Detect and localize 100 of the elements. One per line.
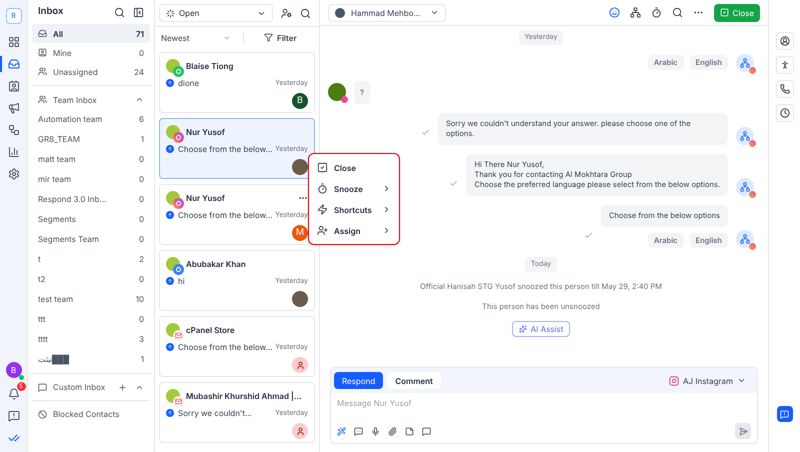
search-icon[interactable] — [300, 8, 311, 18]
user-avatar[interactable]: B — [6, 362, 22, 378]
checkbox-icon — [720, 8, 729, 17]
snooze-icon[interactable] — [650, 7, 662, 18]
collapse-sidebar-icon[interactable] — [133, 6, 144, 18]
message-composer[interactable]: Respond Comment AJ Instagram Message Nur Yusof — [330, 367, 758, 444]
flow-icon[interactable] — [630, 7, 641, 18]
settings-icon[interactable] — [8, 168, 20, 180]
blocked-icon — [38, 410, 47, 418]
inbox-item[interactable]: Mine 0 — [32, 43, 150, 62]
profile-button[interactable] — [776, 32, 794, 50]
magic-wand-icon[interactable] — [337, 426, 346, 436]
send-icon — [738, 426, 748, 436]
team-item[interactable]: GR8_TEAM 1 — [32, 129, 150, 149]
ai-assist-button[interactable]: AI Assist — [512, 321, 570, 337]
filter-icon — [264, 33, 273, 42]
inbox-item[interactable]: Unassigned 24 — [32, 62, 150, 81]
sent-check-icon — [421, 128, 430, 137]
notifications-icon[interactable] — [8, 388, 20, 400]
team-item[interactable]: Respond 3.0 Inb... 0 — [32, 189, 150, 209]
team-item[interactable]: ttt 0 — [32, 309, 150, 329]
chat-icon[interactable] — [422, 426, 431, 436]
team-item[interactable]: matt team 0 — [32, 149, 150, 169]
feedback-icon[interactable] — [8, 410, 20, 422]
phone-icon — [780, 84, 790, 94]
bot-avatar-icon — [736, 54, 754, 72]
contact-dropdown[interactable]: Hammad Mehbo... — [328, 4, 446, 22]
sent-check-icon — [584, 231, 593, 240]
send-button[interactable] — [735, 423, 751, 439]
contact-name: cPanel Store — [186, 324, 235, 336]
custom-inbox-header[interactable]: Custom Inbox — [32, 374, 150, 400]
attachment-icon[interactable] — [388, 426, 397, 436]
inbox-icon — [38, 29, 47, 38]
person-button[interactable] — [776, 56, 794, 74]
microphone-icon[interactable] — [371, 426, 380, 436]
chat-icon — [780, 410, 789, 418]
person-icon — [780, 60, 790, 70]
message-preview: Choose from the below... — [178, 341, 272, 353]
team-item[interactable]: Segments Team 0 — [32, 229, 150, 249]
message-preview: dione — [178, 77, 200, 89]
team-inbox-header[interactable]: Team Inbox — [32, 90, 150, 109]
contact-name: Mubashir Khurshid Ahmad |... — [186, 390, 302, 402]
outgoing-icon — [166, 79, 174, 87]
user-icon — [317, 225, 328, 236]
status-icon — [166, 8, 175, 18]
team-item[interactable]: Segments 0 — [32, 209, 150, 229]
history-button[interactable] — [776, 104, 794, 122]
contact-name: Abubakar Khan — [186, 258, 246, 270]
filter-button[interactable]: Filter — [264, 32, 297, 44]
chevron-up-icon — [135, 95, 144, 104]
assignee-person-icon — [292, 357, 308, 373]
bot-avatar-icon — [736, 178, 754, 196]
chevron-down-icon — [737, 376, 746, 385]
outgoing-icon — [166, 211, 174, 219]
help-chat-button[interactable] — [776, 406, 792, 422]
team-item[interactable]: Automation team 6 — [32, 109, 150, 129]
status-dropdown[interactable]: Open — [159, 4, 273, 22]
team-item[interactable]: t2 0 — [32, 269, 150, 289]
assignee-avatar: B — [292, 93, 308, 109]
search-icon[interactable] — [114, 6, 125, 18]
chat-icon — [38, 382, 47, 392]
team-item[interactable]: t 2 — [32, 249, 150, 269]
inbox-icon[interactable] — [8, 58, 20, 70]
assign-filter-icon[interactable] — [281, 8, 292, 18]
channel-dropdown[interactable]: AJ Instagram — [669, 374, 746, 386]
megaphone-icon[interactable] — [8, 102, 20, 114]
search-icon[interactable] — [672, 7, 683, 18]
message-preview: Sorry we couldn't... — [178, 407, 252, 419]
users-icon — [38, 67, 47, 76]
sort-dropdown[interactable]: Newest — [161, 32, 231, 44]
bot-avatar-icon — [736, 126, 754, 145]
assignee-photo-placeholder — [292, 159, 308, 175]
blocked-contacts-item[interactable]: Blocked Contacts — [32, 401, 150, 427]
note-icon[interactable] — [405, 426, 414, 436]
outgoing-icon — [166, 409, 174, 417]
flow-icon[interactable] — [8, 124, 20, 136]
phone-button[interactable] — [776, 80, 794, 98]
chart-icon[interactable] — [8, 146, 20, 158]
profile-icon — [780, 36, 790, 46]
instagram-icon — [669, 376, 679, 386]
inbox-item[interactable]: All 71 — [32, 24, 150, 43]
sent-check-icon — [449, 178, 458, 188]
lightning-icon — [317, 204, 328, 215]
composer-tab[interactable]: Respond — [334, 372, 384, 389]
message-preview: Choose from the below... — [178, 143, 272, 155]
canned-response-icon[interactable] — [354, 426, 363, 436]
assignee-person-icon — [292, 423, 308, 439]
checkbox-icon — [317, 162, 328, 173]
chevron-down-icon — [430, 8, 439, 17]
composer-tab[interactable]: Comment — [387, 372, 441, 389]
team-item[interactable]: tttt 3 — [32, 329, 150, 349]
team-item[interactable]: mir team 0 — [32, 169, 150, 189]
dashboard-icon[interactable] — [8, 36, 20, 48]
team-item[interactable]: test team 10 — [32, 289, 150, 309]
assignee-photo-placeholder — [292, 291, 308, 307]
add-icon[interactable] — [118, 382, 127, 392]
logo-icon[interactable] — [8, 432, 20, 444]
contact-name: Nur Yusof — [186, 192, 225, 204]
outgoing-icon — [166, 343, 174, 351]
contacts-icon[interactable] — [8, 80, 20, 92]
